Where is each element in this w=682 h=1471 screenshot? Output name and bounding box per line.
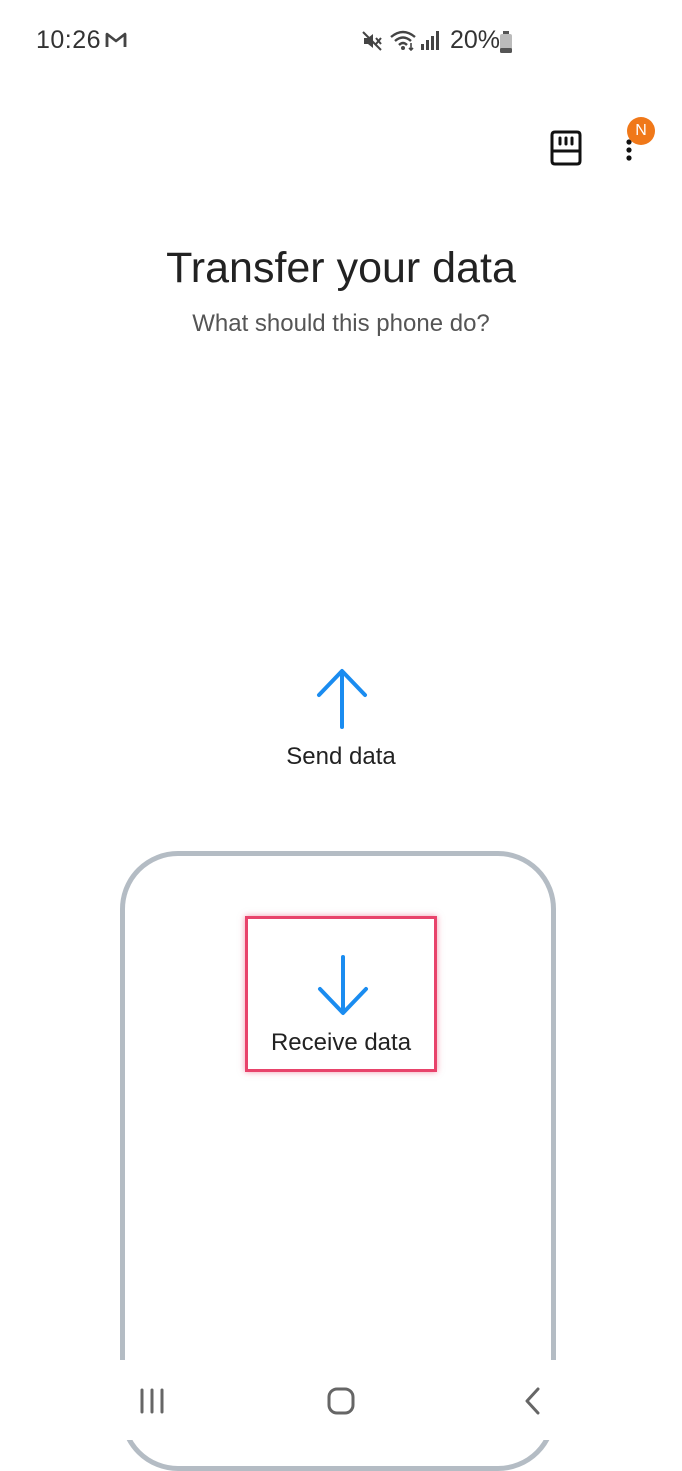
send-data-button[interactable]: Send data <box>241 655 441 785</box>
send-data-label: Send data <box>286 743 396 770</box>
back-icon[interactable] <box>521 1386 543 1421</box>
notification-badge: N <box>627 117 655 145</box>
arrow-down-icon <box>316 953 370 1022</box>
status-time: 10:26 <box>36 26 102 54</box>
page-subtitle: What should this phone do? <box>192 310 490 337</box>
receive-data-button[interactable]: Receive data <box>245 916 437 1072</box>
signal-icon <box>420 30 442 55</box>
battery-percentage: 20% <box>450 26 501 54</box>
receive-data-label: Receive data <box>270 1029 412 1056</box>
gmail-icon <box>105 31 127 54</box>
battery-icon <box>499 31 513 58</box>
status-bar: 10:26 20% <box>0 0 682 80</box>
arrow-up-icon <box>315 667 369 736</box>
mute-icon <box>361 30 383 57</box>
navigation-bar <box>0 1360 682 1440</box>
recents-icon[interactable] <box>138 1388 166 1419</box>
sd-card-icon[interactable] <box>549 129 583 167</box>
wifi-icon <box>389 29 417 56</box>
home-icon[interactable] <box>326 1386 356 1421</box>
page-title: Transfer your data <box>166 244 516 292</box>
